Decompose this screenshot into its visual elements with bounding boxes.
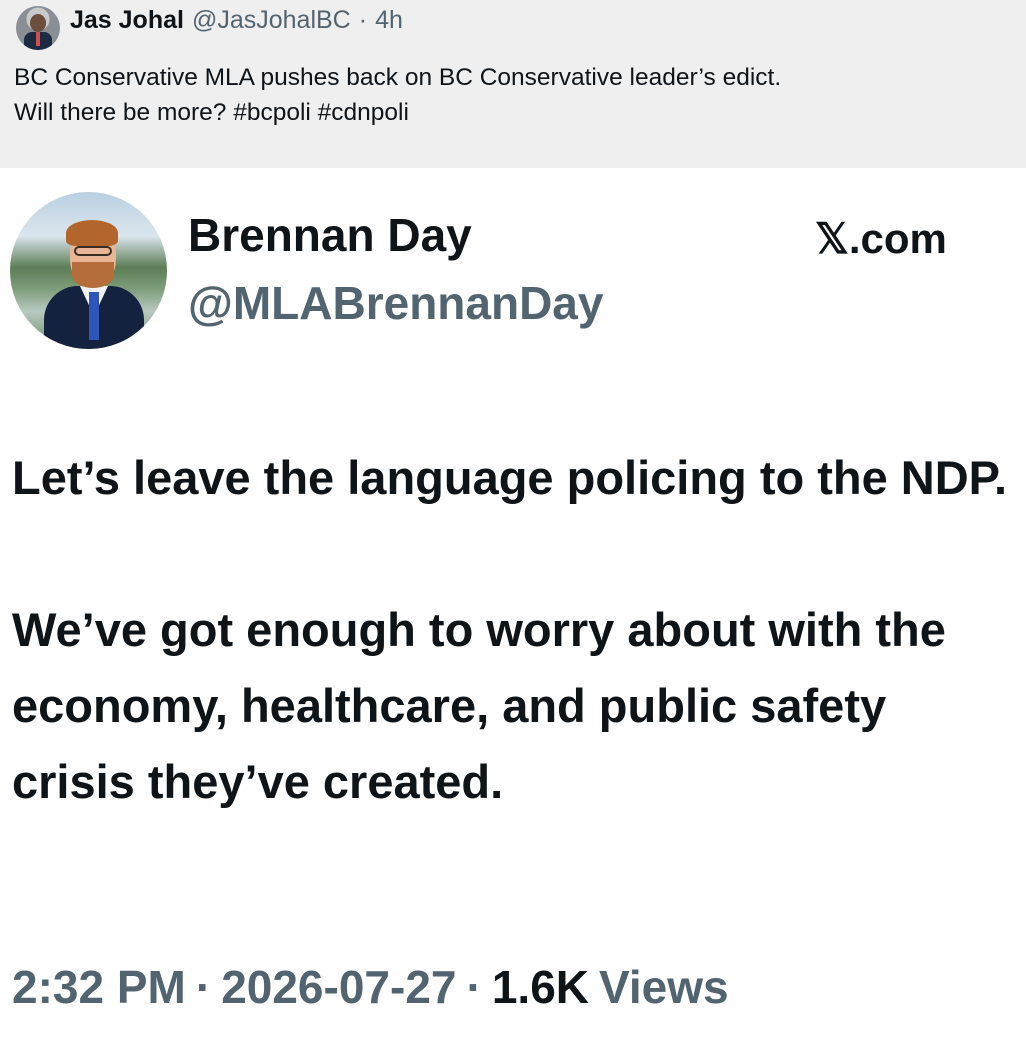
outer-separator: · xyxy=(358,6,368,34)
embedded-author-handle[interactable]: @MLABrennanDay xyxy=(188,276,603,330)
avatar-beard xyxy=(72,262,114,288)
avatar-head xyxy=(30,14,46,32)
post-time[interactable]: 2:32 PM xyxy=(12,960,186,1014)
embedded-author-avatar[interactable] xyxy=(10,192,167,349)
outer-post-time[interactable]: 4h xyxy=(375,6,403,35)
embedded-author-name[interactable]: Brennan Day xyxy=(188,208,472,262)
avatar-glasses xyxy=(74,246,112,256)
outer-post-header: Jas Johal @JasJohalBC · 4h BC Conservati… xyxy=(0,0,1026,168)
embedded-post-text: Let’s leave the language policing to the… xyxy=(12,440,1012,820)
meta-separator-1: · xyxy=(195,961,212,1013)
views-count: 1.6K xyxy=(491,961,589,1013)
outer-author-name[interactable]: Jas Johal xyxy=(70,6,184,35)
meta-separator-2: · xyxy=(466,961,482,1013)
avatar-tie xyxy=(36,32,40,46)
avatar-hair xyxy=(66,220,118,246)
outer-post-text: BC Conservative MLA pushes back on BC Co… xyxy=(14,60,1004,130)
outer-author-row: Jas Johal @JasJohalBC · 4h xyxy=(70,6,403,40)
avatar-tie xyxy=(89,292,99,340)
views-label: Views xyxy=(599,961,729,1013)
outer-post-text-line2: Will there be more? #bcpoli #cdnpoli xyxy=(14,99,409,126)
embedded-post-paragraph-2: We’ve got enough to worry about with the… xyxy=(12,603,946,808)
outer-author-avatar[interactable] xyxy=(16,6,60,50)
post-date[interactable]: 2026-07-27 xyxy=(221,960,456,1014)
outer-author-handle[interactable]: @JasJohalBC xyxy=(192,6,351,35)
outer-post-text-line1: BC Conservative MLA pushes back on BC Co… xyxy=(14,64,782,91)
embedded-post-meta: 2:32 PM · 2026-07-27 · 1.6K Views xyxy=(12,960,729,1014)
embedded-post-paragraph-1: Let’s leave the language policing to the… xyxy=(12,451,1008,504)
x-com-source-label: 𝕏.com xyxy=(815,215,947,262)
